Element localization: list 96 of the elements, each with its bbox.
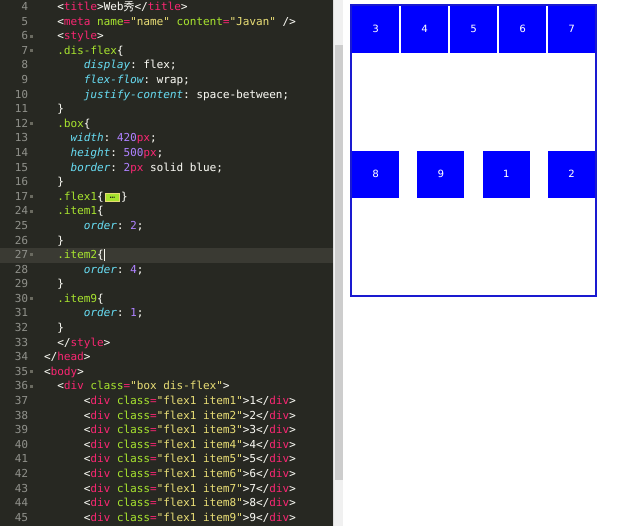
fold-marker-icon[interactable] <box>30 34 33 38</box>
flex-item: 5 <box>450 6 497 53</box>
code-line: } <box>56 321 64 336</box>
fold-marker-icon[interactable] <box>30 210 33 213</box>
line-number: 12 <box>14 116 28 132</box>
code-line: </head> <box>44 350 90 365</box>
fold-marker-icon[interactable] <box>30 384 33 388</box>
scrollbar-thumb[interactable] <box>335 45 343 480</box>
line-number: 13 <box>14 131 28 146</box>
line-number: 15 <box>14 160 28 176</box>
code-line: } <box>56 102 64 117</box>
flex-item: 6 <box>499 6 546 53</box>
line-number: 35 <box>14 364 28 380</box>
code-line: <meta name="name" content="Javan" /> <box>56 14 296 30</box>
code-line: <div class="flex1 item1">1</div> <box>82 394 296 409</box>
line-number: 30 <box>14 292 28 306</box>
code-line: width: 420px; <box>70 131 157 146</box>
code-line: .dis-flex{ <box>56 44 124 58</box>
flex-item: 4 <box>401 6 448 53</box>
flex-item: 8 <box>352 150 399 198</box>
code-line: display: flex; <box>82 58 176 73</box>
line-number: 24 <box>14 204 28 219</box>
code-line: flex-flow: wrap; <box>82 72 190 88</box>
line-number: 28 <box>14 262 28 278</box>
code-line: <div class="flex1 item2">2</div> <box>82 408 296 424</box>
line-number: 33 <box>14 336 28 350</box>
fold-marker-icon[interactable] <box>30 49 33 52</box>
code-line: <div class="box dis-flex"> <box>56 379 230 394</box>
code-editor[interactable] <box>0 0 333 526</box>
line-number: 42 <box>14 467 28 482</box>
line-number: 36 <box>14 379 28 394</box>
code-text: } <box>121 190 128 204</box>
code-line: order: 2; <box>82 218 144 234</box>
code-line: justify-content: space-between; <box>82 88 290 102</box>
line-number: 9 <box>20 72 28 88</box>
code-line: order: 1; <box>82 306 144 322</box>
fold-marker-icon[interactable] <box>30 253 33 256</box>
code-line: <div class="flex1 item6">6</div> <box>82 467 296 482</box>
code-line: } <box>56 175 64 190</box>
line-number: 4 <box>20 0 28 15</box>
scrollbar[interactable] <box>333 0 343 526</box>
line-number: 27 <box>14 248 28 263</box>
code-line: .item2{ <box>56 248 104 263</box>
code-line: } <box>56 234 64 248</box>
fold-marker-icon[interactable] <box>30 297 33 300</box>
flex-item: 2 <box>548 150 595 198</box>
flex-item: 3 <box>352 6 399 53</box>
line-number: 5 <box>20 14 28 30</box>
line-number: 34 <box>14 350 28 365</box>
folded-code-marker[interactable]: … <box>104 192 120 202</box>
code-line: <div class="flex1 item8">8</div> <box>82 496 296 511</box>
line-number: 40 <box>14 438 28 452</box>
line-number: 26 <box>14 234 28 248</box>
code-line: <body> <box>44 364 84 380</box>
line-number: 43 <box>14 482 28 496</box>
code-line: <div class="flex1 item3">3</div> <box>82 423 296 438</box>
flex-item: 7 <box>548 6 595 53</box>
code-line: } <box>56 277 64 292</box>
line-number: 37 <box>14 394 28 409</box>
line-number: 10 <box>14 88 28 102</box>
fold-marker-icon[interactable] <box>30 122 33 126</box>
code-line: order: 4; <box>82 262 144 278</box>
fold-marker-icon[interactable] <box>30 370 33 374</box>
line-number: 16 <box>14 175 28 190</box>
line-number: 7 <box>20 44 28 58</box>
fold-marker-icon[interactable] <box>30 195 33 198</box>
line-number: 45 <box>14 510 28 526</box>
line-number: 29 <box>14 277 28 292</box>
code-line: <div class="flex1 item7">7</div> <box>82 482 296 496</box>
line-number: 31 <box>14 306 28 322</box>
code-line: <div class="flex1 item9">9</div> <box>82 510 296 526</box>
line-number: 6 <box>20 29 28 44</box>
code-line: <style> <box>56 29 104 44</box>
code-line: border: 2px solid blue; <box>70 160 223 176</box>
line-number: 14 <box>14 146 28 161</box>
code-line: height: 500px; <box>70 146 164 161</box>
line-number: 41 <box>14 452 28 467</box>
line-number: 32 <box>14 321 28 336</box>
code-line: </style> <box>56 336 110 350</box>
code-line: .item9{ <box>56 292 104 306</box>
line-number: 25 <box>14 218 28 234</box>
code-line: <div class="flex1 item5">5</div> <box>82 452 296 467</box>
line-number: 44 <box>14 496 28 511</box>
flex-item: 1 <box>482 150 530 198</box>
code-line: .flex1{ <box>56 190 104 204</box>
line-number: 38 <box>14 408 28 424</box>
code-line: <div class="flex1 item4">4</div> <box>82 438 296 452</box>
flex-item: 9 <box>417 150 464 198</box>
line-number: 39 <box>14 423 28 438</box>
line-number: 11 <box>14 102 28 117</box>
text-cursor <box>104 249 105 262</box>
line-number: 8 <box>20 58 28 73</box>
line-number: 17 <box>14 190 28 204</box>
code-line: .box{ <box>56 116 90 132</box>
code-line: .item1{ <box>56 204 104 219</box>
code-line: <title>Web秀</title> <box>56 0 188 15</box>
